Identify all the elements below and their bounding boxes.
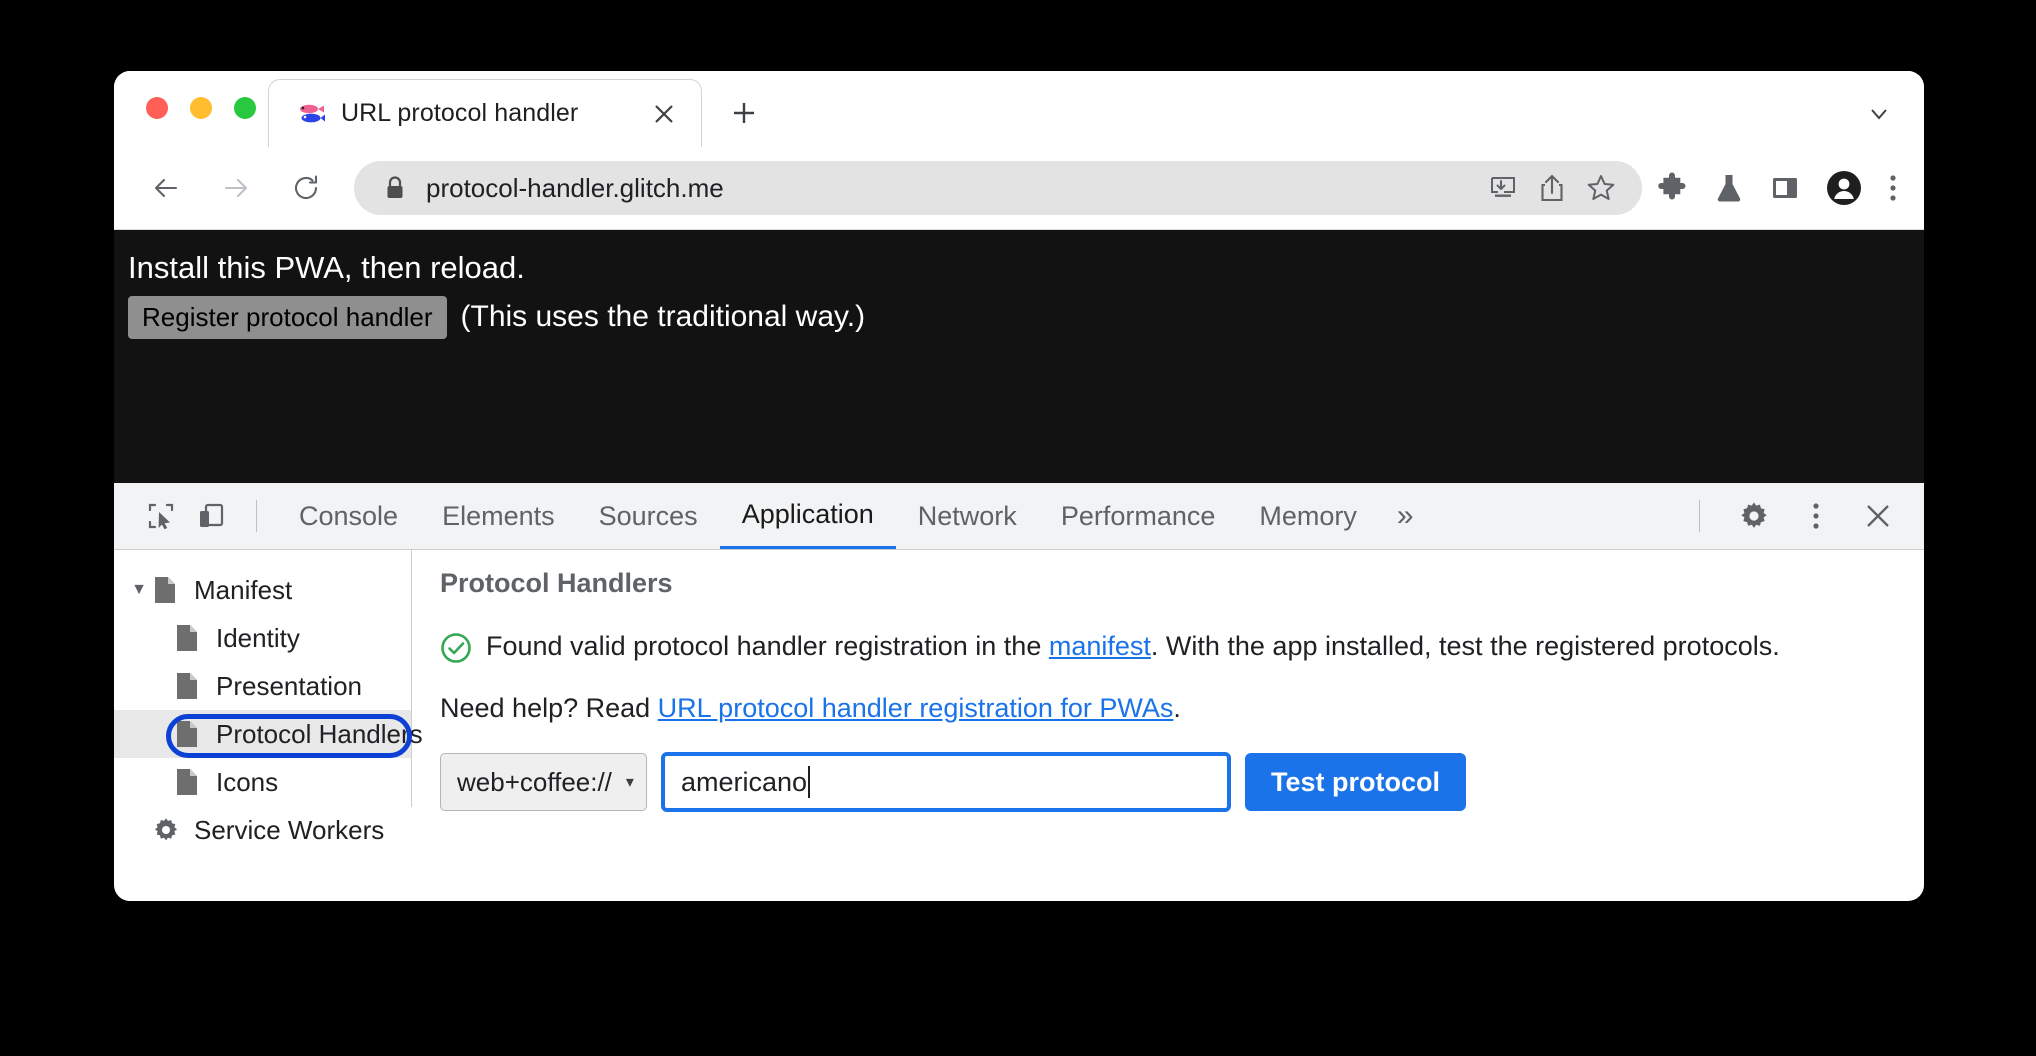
share-icon[interactable] bbox=[1538, 173, 1566, 203]
pwa-docs-link[interactable]: URL protocol handler registration for PW… bbox=[658, 693, 1174, 723]
page-action-row: Register protocol handler (This uses the… bbox=[128, 296, 865, 339]
sidebar-item-label: Service Workers bbox=[194, 815, 385, 845]
fish-icon bbox=[295, 99, 325, 129]
chevron-down-icon: ▾ bbox=[625, 774, 634, 792]
register-protocol-handler-button[interactable]: Register protocol handler bbox=[128, 296, 447, 339]
sidebar-item-label: Identity bbox=[216, 623, 300, 653]
application-sidebar: ▼ Manifest Identity Presentation Protoco… bbox=[114, 550, 423, 843]
browser-tab[interactable]: URL protocol handler bbox=[268, 79, 702, 147]
help-text-after-link: . bbox=[1173, 692, 1181, 723]
divider bbox=[256, 500, 257, 532]
document-icon bbox=[174, 623, 204, 653]
gear-icon bbox=[152, 815, 182, 845]
document-icon bbox=[174, 671, 204, 701]
status-text-after-link: . With the app installed, test the regis… bbox=[1150, 631, 1780, 661]
sidebar-item-protocol-handlers[interactable]: Protocol Handlers bbox=[114, 710, 423, 758]
tab-console[interactable]: Console bbox=[277, 483, 420, 549]
test-protocol-button[interactable]: Test protocol bbox=[1244, 753, 1466, 812]
bookmark-star-icon[interactable] bbox=[1586, 173, 1616, 203]
inspect-element-icon[interactable] bbox=[136, 491, 186, 541]
back-button[interactable] bbox=[140, 162, 192, 214]
tab-memory[interactable]: Memory bbox=[1237, 483, 1379, 549]
omnibox-actions bbox=[1488, 173, 1642, 203]
more-tabs-icon[interactable]: » bbox=[1379, 483, 1432, 549]
side-panel-icon[interactable] bbox=[1770, 173, 1800, 203]
sidebar-item-identity[interactable]: Identity bbox=[114, 614, 411, 662]
tab-elements[interactable]: Elements bbox=[420, 483, 577, 549]
devtools-panel: Console Elements Sources Application Net… bbox=[114, 483, 1924, 843]
chevron-down-icon[interactable] bbox=[1862, 97, 1896, 131]
experiments-flask-icon[interactable] bbox=[1714, 172, 1744, 204]
profile-avatar-icon[interactable] bbox=[1826, 170, 1862, 206]
extensions-puzzle-icon[interactable] bbox=[1656, 172, 1688, 204]
sidebar-item-label: Protocol Handlers bbox=[216, 719, 423, 749]
scheme-select[interactable]: web+coffee:// ▾ bbox=[440, 753, 647, 812]
protocol-test-form: web+coffee:// ▾ americano Test protocol bbox=[440, 752, 1924, 813]
help-message: Need help? Read URL protocol handler reg… bbox=[440, 691, 1820, 727]
sidebar-item-icons[interactable]: Icons bbox=[114, 758, 411, 806]
page-note: (This uses the traditional way.) bbox=[460, 300, 866, 334]
status-text-before-link: Found valid protocol handler registratio… bbox=[486, 631, 1049, 661]
devtools-tab-bar: Console Elements Sources Application Net… bbox=[114, 483, 1924, 550]
scheme-select-value: web+coffee:// bbox=[457, 766, 612, 797]
sidebar-item-label: Presentation bbox=[216, 671, 362, 701]
protocol-path-input[interactable]: americano bbox=[660, 752, 1231, 813]
check-circle-icon bbox=[440, 632, 472, 664]
page-heading: Install this PWA, then reload. bbox=[128, 250, 525, 285]
device-toolbar-icon[interactable] bbox=[186, 491, 236, 541]
lock-icon bbox=[384, 175, 406, 201]
help-text-before-link: Need help? Read bbox=[440, 692, 658, 723]
window-traffic-lights bbox=[146, 97, 256, 119]
status-message: Found valid protocol handler registratio… bbox=[440, 629, 1866, 665]
divider bbox=[1699, 500, 1700, 532]
sidebar-item-label: Icons bbox=[216, 767, 279, 797]
devtools-right-actions bbox=[1679, 491, 1924, 541]
tab-performance[interactable]: Performance bbox=[1039, 483, 1238, 549]
reload-button[interactable] bbox=[280, 162, 332, 214]
devtools-menu-icon[interactable] bbox=[1788, 491, 1844, 541]
toolbar-right-icons bbox=[1656, 170, 1924, 206]
close-window-button[interactable] bbox=[146, 97, 168, 119]
maximize-window-button[interactable] bbox=[234, 97, 256, 119]
tab-sources[interactable]: Sources bbox=[577, 483, 720, 549]
devtools-body: ▼ Manifest Identity Presentation Protoco… bbox=[114, 550, 1924, 843]
sidebar-item-service-workers[interactable]: Service Workers bbox=[114, 806, 411, 854]
sidebar-item-label: Manifest bbox=[194, 575, 293, 605]
expand-triangle-icon[interactable]: ▼ bbox=[126, 581, 152, 599]
new-tab-button[interactable] bbox=[724, 93, 764, 133]
close-tab-icon[interactable] bbox=[647, 97, 681, 131]
close-devtools-icon[interactable] bbox=[1850, 491, 1906, 541]
manifest-link[interactable]: manifest bbox=[1049, 631, 1151, 661]
browser-menu-icon[interactable] bbox=[1888, 172, 1898, 204]
web-page-content: Install this PWA, then reload. Register … bbox=[114, 230, 1924, 483]
sidebar-item-presentation[interactable]: Presentation bbox=[114, 662, 411, 710]
forward-button[interactable] bbox=[210, 162, 262, 214]
panel-title: Protocol Handlers bbox=[440, 568, 673, 598]
settings-gear-icon[interactable] bbox=[1726, 491, 1782, 541]
minimize-window-button[interactable] bbox=[190, 97, 212, 119]
address-bar-url: protocol-handler.glitch.me bbox=[426, 172, 724, 203]
desktop-backdrop: URL protocol handler protocol-handler.gl… bbox=[0, 0, 2036, 1056]
browser-window: URL protocol handler protocol-handler.gl… bbox=[114, 71, 1924, 901]
text-cursor bbox=[808, 766, 811, 799]
tab-network[interactable]: Network bbox=[896, 483, 1039, 549]
install-app-icon[interactable] bbox=[1488, 173, 1518, 203]
protocol-handlers-panel: Protocol Handlers Found valid protocol h… bbox=[412, 550, 1924, 813]
document-icon bbox=[174, 767, 204, 797]
tab-title: URL protocol handler bbox=[341, 99, 579, 127]
address-bar[interactable]: protocol-handler.glitch.me bbox=[354, 161, 1642, 215]
protocol-path-value: americano bbox=[680, 766, 808, 797]
document-icon bbox=[152, 575, 182, 605]
tab-application[interactable]: Application bbox=[719, 483, 896, 549]
sidebar-item-manifest[interactable]: ▼ Manifest bbox=[114, 566, 411, 614]
document-icon bbox=[174, 719, 204, 749]
tab-strip: URL protocol handler bbox=[114, 71, 1924, 147]
browser-toolbar: protocol-handler.glitch.me bbox=[114, 147, 1924, 230]
